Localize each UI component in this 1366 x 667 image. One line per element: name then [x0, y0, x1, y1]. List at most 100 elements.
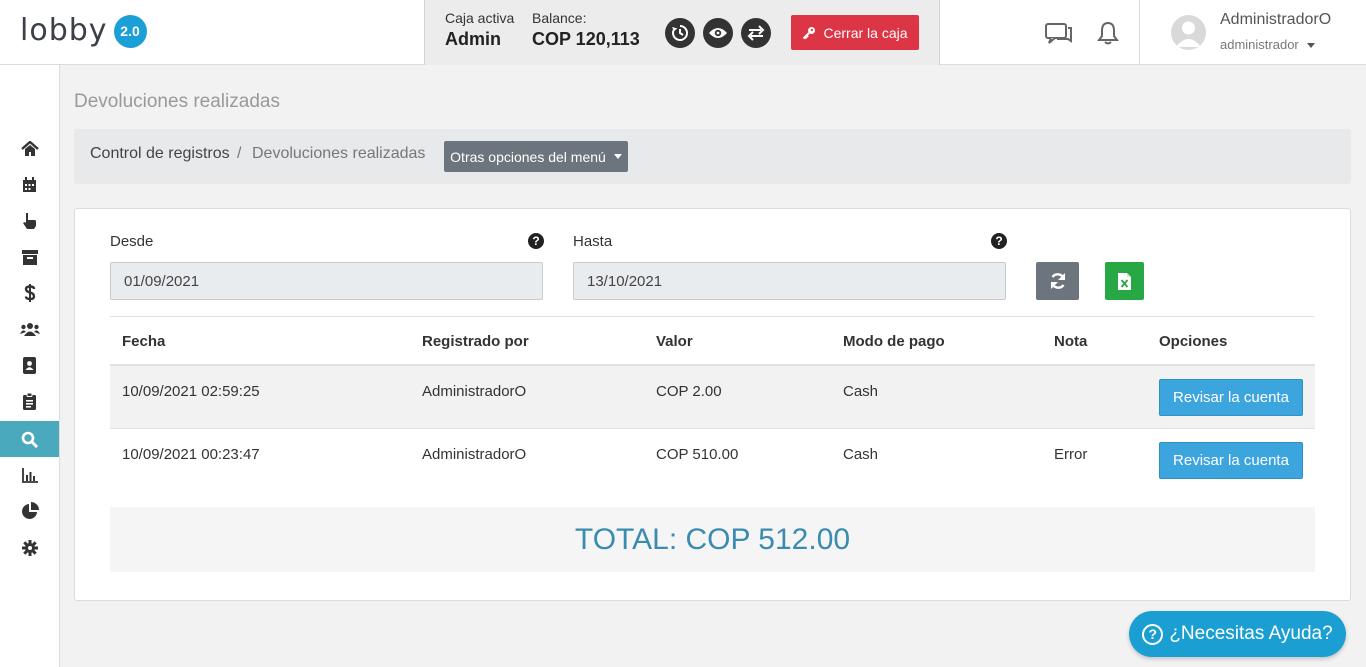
calendar-icon [23, 177, 36, 192]
cell-registered-by: AdministradorO [422, 383, 527, 400]
sidebar-item-reports[interactable] [0, 457, 59, 493]
balance-label: Balance: [532, 10, 587, 26]
sidebar-item-statistics[interactable] [0, 493, 59, 529]
cell-payment-mode: Cash [843, 383, 879, 400]
active-cashbox-value: Admin [445, 29, 501, 49]
export-excel-button[interactable] [1105, 262, 1144, 300]
cell-note: Error [1054, 446, 1088, 463]
other-menu-options-button[interactable]: Otras opciones del menú [444, 141, 628, 172]
col-registered-by: Registrado por [422, 333, 529, 350]
version-badge: 2.0 [113, 14, 147, 48]
table-header-row: Fecha Registrado por Valor Modo de pago … [110, 317, 1315, 366]
table-row: 10/09/2021 00:23:47 AdministradorO COP 5… [110, 429, 1315, 492]
cell-date: 10/09/2021 00:23:47 [122, 446, 260, 463]
home-icon [20, 141, 39, 156]
logo-text: lobby [20, 13, 108, 48]
bar-chart-icon [21, 467, 38, 483]
gear-icon [21, 540, 38, 556]
chat-icon [1045, 23, 1072, 44]
col-value: Valor [656, 333, 693, 350]
page-title: Devoluciones realizadas [74, 91, 280, 112]
notifications-button[interactable] [1097, 20, 1119, 51]
cell-value: COP 2.00 [656, 383, 722, 400]
col-note: Nota [1054, 333, 1088, 350]
exchange-icon [747, 25, 765, 41]
archive-icon [21, 249, 38, 265]
to-date-input[interactable] [573, 262, 1006, 300]
balance-value: COP 120,113 [532, 29, 640, 49]
sidebar-item-pointer[interactable] [0, 203, 59, 239]
review-account-button[interactable]: Revisar la cuenta [1159, 379, 1303, 416]
refresh-button[interactable] [1036, 262, 1079, 300]
close-cashbox-label: Cerrar la caja [823, 24, 908, 41]
cell-registered-by: AdministradorO [422, 446, 527, 463]
col-date: Fecha [122, 333, 166, 350]
sidebar-item-calendar[interactable] [0, 167, 59, 203]
sidebar-item-contacts[interactable] [0, 347, 59, 383]
sidebar-item-search[interactable] [0, 421, 59, 457]
user-menu[interactable]: AdministradorO administrador [1139, 0, 1366, 65]
other-menu-options-label: Otras opciones del menú [450, 148, 606, 165]
from-help-icon[interactable]: ? [528, 233, 544, 249]
active-cashbox: Caja activa Admin [445, 10, 514, 50]
returns-table: Fecha Registrado por Valor Modo de pago … [110, 316, 1315, 492]
total-amount: TOTAL: COP 512.00 [574, 522, 851, 556]
transfer-button[interactable] [741, 18, 771, 48]
sidebar-item-archive[interactable] [0, 239, 59, 275]
col-options: Opciones [1159, 333, 1228, 350]
pointer-icon [23, 213, 36, 229]
breadcrumb-separator: / [237, 145, 242, 162]
user-avatar-icon [1176, 21, 1201, 47]
cashbox-balance: Balance: COP 120,113 [532, 10, 640, 50]
chevron-down-icon [1306, 43, 1315, 49]
review-account-button[interactable]: Revisar la cuenta [1159, 442, 1303, 479]
active-cashbox-label: Caja activa [445, 10, 515, 26]
view-button[interactable] [703, 18, 733, 48]
from-date-label: Desde [110, 233, 154, 250]
eye-icon [709, 28, 727, 38]
brand-logo[interactable]: lobby 2.0 [20, 14, 147, 48]
help-chat-label: ¿Necesitas Ayuda? [1169, 623, 1333, 644]
dollar-icon [24, 284, 35, 302]
user-role: administrador [1220, 37, 1315, 52]
sidebar-item-users[interactable] [0, 311, 59, 347]
cashbox-panel: Caja activa Admin Balance: COP 120,113 C… [424, 0, 940, 65]
key-icon [803, 26, 816, 39]
breadcrumb-root[interactable]: Control de registros [90, 145, 230, 163]
question-icon: ? [1142, 623, 1164, 645]
clipboard-icon [23, 392, 36, 410]
breadcrumb: Control de registros / Devoluciones real… [74, 129, 1351, 184]
pie-chart-icon [21, 502, 39, 519]
breadcrumb-current: Devoluciones realizadas [252, 145, 426, 162]
history-icon [672, 24, 689, 41]
to-date-label: Hasta [573, 233, 613, 250]
returns-card: Desde ? Hasta ? Fecha Registrado por Val… [74, 208, 1351, 601]
to-help-icon[interactable]: ? [991, 233, 1007, 249]
search-icon [21, 431, 38, 448]
cell-payment-mode: Cash [843, 446, 879, 463]
sidebar-item-home[interactable] [0, 131, 59, 167]
chevron-down-icon [613, 154, 622, 159]
refresh-icon [1050, 273, 1065, 289]
history-button[interactable] [665, 18, 695, 48]
avatar [1171, 15, 1206, 50]
from-date-input[interactable] [110, 262, 543, 300]
users-icon [19, 323, 40, 336]
col-payment-mode: Modo de pago [843, 333, 945, 350]
messages-button[interactable] [1045, 22, 1073, 51]
cell-value: COP 510.00 [656, 446, 739, 463]
table-row: 10/09/2021 02:59:25 AdministradorO COP 2… [110, 366, 1315, 429]
excel-file-icon [1118, 272, 1131, 290]
user-name: AdministradorO [1220, 11, 1332, 28]
sidebar-item-settings[interactable] [0, 530, 59, 566]
contacts-icon [23, 356, 36, 374]
help-chat-button[interactable]: ? ¿Necesitas Ayuda? [1129, 611, 1346, 657]
sidebar-item-clipboard[interactable] [0, 383, 59, 419]
close-cashbox-button[interactable]: Cerrar la caja [791, 15, 919, 50]
sidebar-item-payments[interactable] [0, 275, 59, 311]
total-box: TOTAL: COP 512.00 [110, 507, 1315, 572]
sidebar [0, 65, 60, 667]
bell-icon [1097, 21, 1119, 45]
cell-date: 10/09/2021 02:59:25 [122, 383, 260, 400]
top-header: lobby 2.0 Caja activa Admin Balance: COP… [0, 0, 1366, 65]
